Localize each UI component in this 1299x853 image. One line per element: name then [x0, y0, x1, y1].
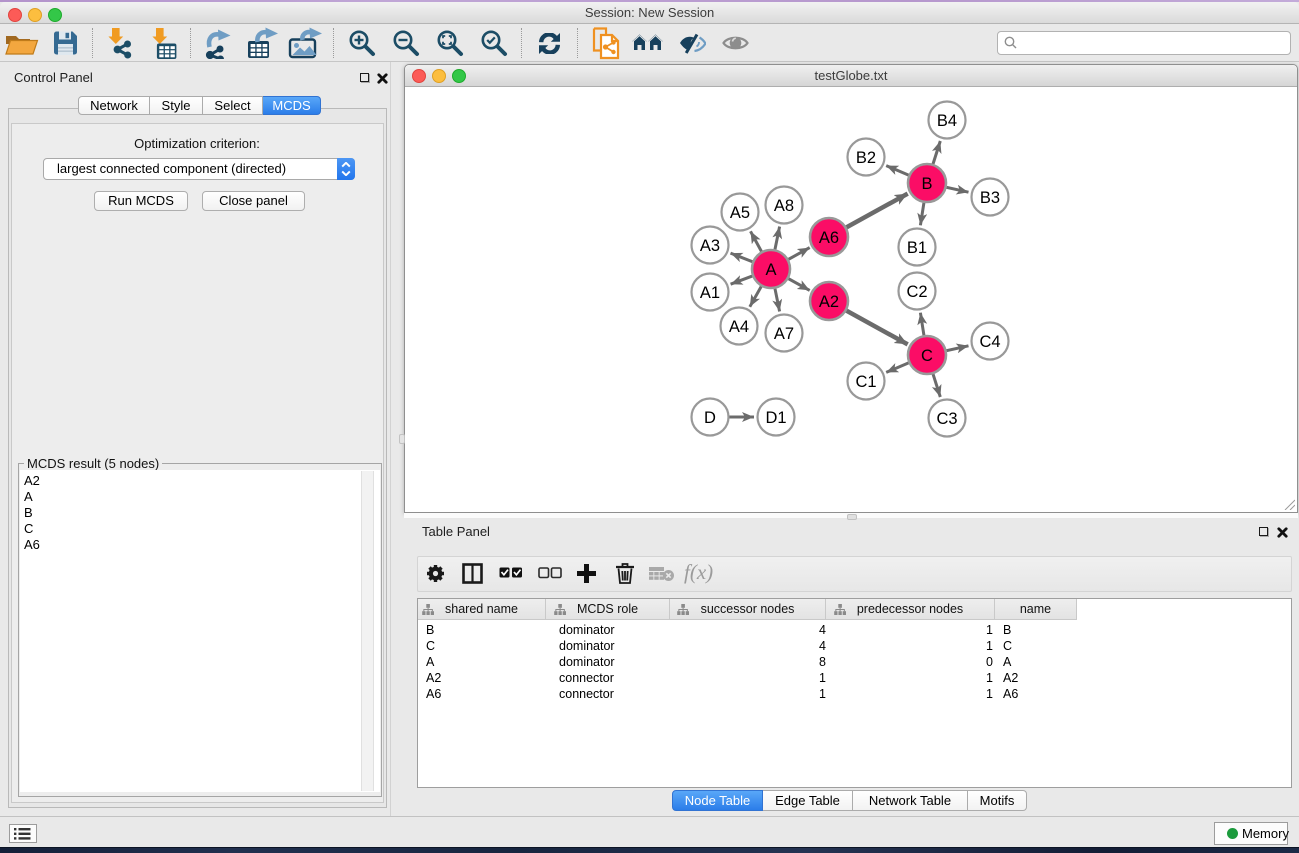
svg-text:A6: A6	[819, 229, 839, 247]
svg-text:C1: C1	[855, 373, 876, 391]
svg-text:B1: B1	[907, 239, 927, 257]
svg-text:B3: B3	[980, 189, 1000, 207]
svg-text:D1: D1	[765, 409, 786, 427]
svg-text:C: C	[921, 347, 933, 365]
svg-text:A5: A5	[730, 204, 750, 222]
svg-text:A4: A4	[729, 318, 749, 336]
svg-text:D: D	[704, 409, 716, 427]
svg-text:A3: A3	[700, 237, 720, 255]
svg-text:A7: A7	[774, 325, 794, 343]
svg-text:A8: A8	[774, 197, 794, 215]
svg-text:B2: B2	[856, 149, 876, 167]
svg-text:B: B	[921, 175, 932, 193]
svg-text:C3: C3	[936, 410, 957, 428]
svg-text:C2: C2	[906, 283, 927, 301]
svg-text:B4: B4	[937, 112, 957, 130]
svg-text:A: A	[765, 261, 776, 279]
svg-text:C4: C4	[979, 333, 1000, 351]
svg-text:A1: A1	[700, 284, 720, 302]
svg-text:A2: A2	[819, 293, 839, 311]
